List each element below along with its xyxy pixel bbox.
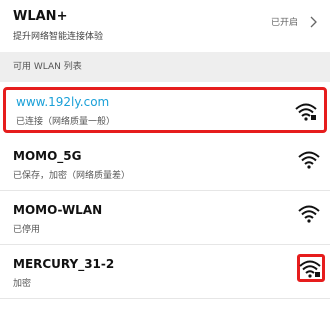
wlan-status: 已停用	[13, 225, 41, 235]
wlan-status: 已连接（网络质量一般）	[16, 117, 116, 127]
wlan-item-connected[interactable]: www.192ly.com 已连接（网络质量一般）	[3, 87, 327, 133]
wlan-item[interactable]: MOMO_5G 已保存，加密（网络质量差）	[0, 137, 330, 191]
wlan-name: MOMO_5G	[13, 149, 82, 163]
wlan-plus-row[interactable]: WLAN+ 提升网络智能连接体验 已开启	[0, 0, 330, 52]
wlan-list: www.192ly.com 已连接（网络质量一般） MOMO_5G 已保存，加密…	[0, 82, 330, 299]
wifi-signal-secure-icon	[299, 260, 321, 278]
wlan-plus-status: 已开启	[270, 18, 298, 28]
wlan-plus-title: WLAN+	[13, 9, 68, 24]
wlan-status: 加密	[13, 279, 32, 289]
wlan-plus-subtitle: 提升网络智能连接体验	[13, 32, 104, 42]
wlan-item[interactable]: MOMO-WLAN 已停用	[0, 191, 330, 245]
available-wlan-section-header: 可用 WLAN 列表	[0, 52, 330, 82]
wifi-signal-icon	[298, 205, 320, 223]
wlan-name: MOMO-WLAN	[13, 203, 103, 217]
chevron-right-icon	[310, 16, 317, 28]
wlan-status: 已保存，加密（网络质量差）	[13, 171, 131, 181]
wifi-icon-highlight	[297, 254, 325, 282]
wlan-item[interactable]: MERCURY_31-2 加密	[0, 245, 330, 299]
wlan-name: MERCURY_31-2	[13, 257, 115, 271]
wifi-signal-icon	[298, 151, 320, 169]
wlan-name: www.192ly.com	[16, 95, 110, 109]
wifi-signal-secure-icon	[295, 103, 317, 121]
